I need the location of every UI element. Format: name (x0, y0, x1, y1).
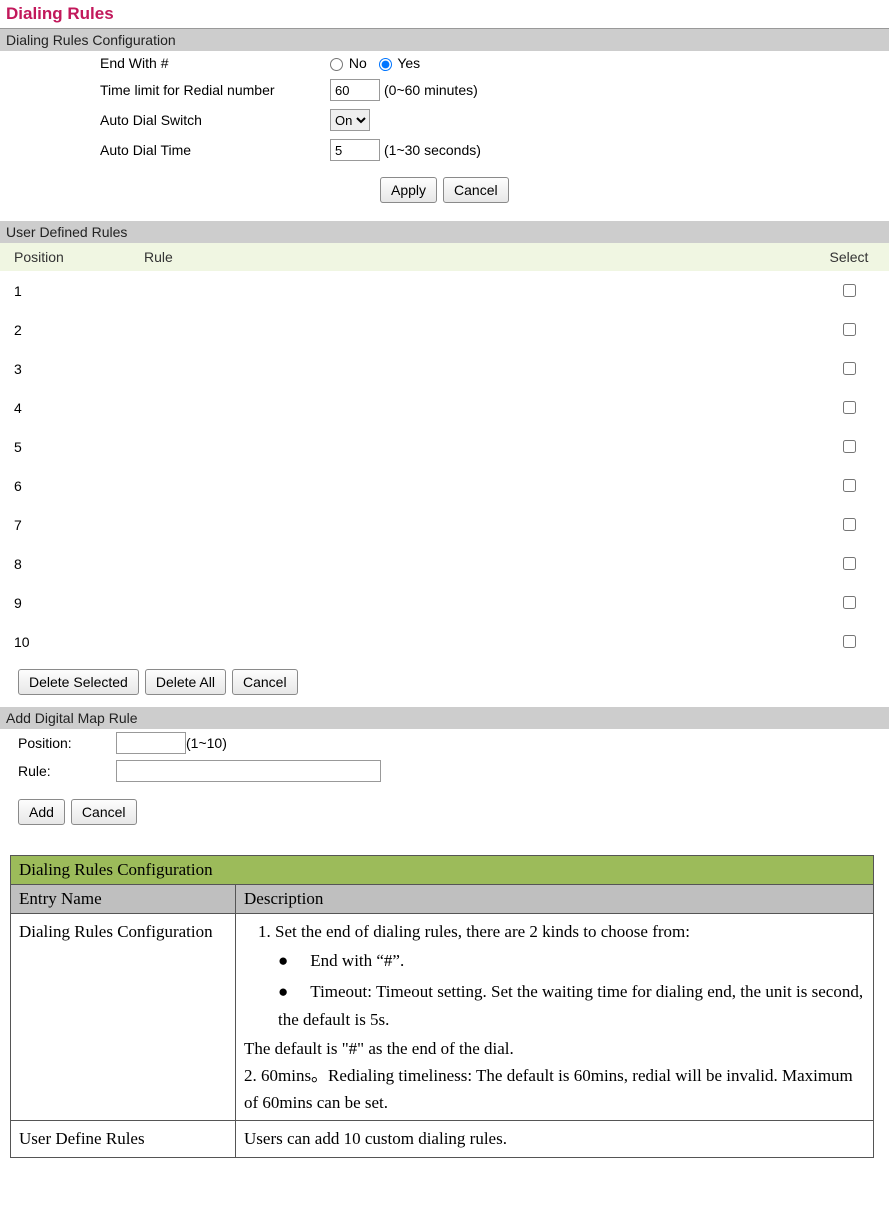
help-col-entry: Entry Name (11, 885, 236, 914)
udr-cell-position: 8 (14, 556, 144, 572)
help-table: Dialing Rules Configuration Entry Name D… (10, 855, 874, 1158)
hint-time-limit: (0~60 minutes) (384, 82, 478, 98)
help-title: Dialing Rules Configuration (11, 856, 874, 885)
table-row: 7 (0, 505, 889, 544)
udr-select-checkbox[interactable] (843, 557, 856, 570)
delete-selected-button[interactable]: Delete Selected (18, 669, 139, 695)
udr-cell-position: 3 (14, 361, 144, 377)
delete-all-button[interactable]: Delete All (145, 669, 226, 695)
udr-cancel-button[interactable]: Cancel (232, 669, 298, 695)
udr-table-header: Position Rule Select (0, 243, 889, 271)
udr-header-position: Position (14, 249, 144, 265)
help-r1-line3: 2. 60mins。Redialing timeliness: The defa… (244, 1062, 865, 1116)
apply-button[interactable]: Apply (380, 177, 437, 203)
radio-yes-label: Yes (397, 55, 420, 71)
udr-select-checkbox[interactable] (843, 635, 856, 648)
help-r1-line1: 1. Set the end of dialing rules, there a… (244, 918, 865, 945)
udr-select-checkbox[interactable] (843, 284, 856, 297)
udr-cell-position: 5 (14, 439, 144, 455)
cancel-button[interactable]: Cancel (443, 177, 509, 203)
row-add-rule: Rule: (0, 757, 889, 785)
row-time-limit: Time limit for Redial number (0~60 minut… (0, 75, 889, 105)
input-add-rule[interactable] (116, 760, 381, 782)
radio-no-label: No (349, 55, 367, 71)
label-end-with: End With # (100, 55, 330, 71)
section-udr-header: User Defined Rules (0, 221, 889, 243)
udr-cell-position: 1 (14, 283, 144, 299)
help-r1-b1: End with “#”. (278, 945, 865, 976)
add-cancel-button[interactable]: Cancel (71, 799, 137, 825)
radio-yes[interactable] (379, 58, 392, 71)
udr-header-rule: Rule (144, 249, 819, 265)
input-time-limit[interactable] (330, 79, 380, 101)
help-col-desc: Description (236, 885, 874, 914)
section-config-header: Dialing Rules Configuration (0, 29, 889, 51)
udr-select-checkbox[interactable] (843, 518, 856, 531)
help-r1-b2: Timeout: Timeout setting. Set the waitin… (278, 976, 865, 1034)
row-auto-dial-switch: Auto Dial Switch On (0, 105, 889, 135)
hint-add-position: (1~10) (186, 735, 227, 751)
udr-cell-position: 2 (14, 322, 144, 338)
table-row: 6 (0, 466, 889, 505)
add-button[interactable]: Add (18, 799, 65, 825)
row-end-with: End With # No Yes (0, 51, 889, 75)
table-row: 4 (0, 388, 889, 427)
udr-select-checkbox[interactable] (843, 440, 856, 453)
input-add-position[interactable] (116, 732, 186, 754)
page-title: Dialing Rules (0, 0, 889, 29)
help-row1-entry: Dialing Rules Configuration (11, 914, 236, 1121)
table-row: 3 (0, 349, 889, 388)
udr-cell-position: 6 (14, 478, 144, 494)
udr-cell-position: 7 (14, 517, 144, 533)
hint-auto-dial-time: (1~30 seconds) (384, 142, 481, 158)
radio-yes-wrap[interactable]: Yes (379, 55, 420, 71)
input-auto-dial-time[interactable] (330, 139, 380, 161)
udr-cell-position: 10 (14, 634, 144, 650)
table-row: 1 (0, 271, 889, 310)
select-auto-dial-switch[interactable]: On (330, 109, 370, 131)
radio-no-wrap[interactable]: No (330, 55, 367, 71)
udr-select-checkbox[interactable] (843, 479, 856, 492)
help-row1-desc: 1. Set the end of dialing rules, there a… (236, 914, 874, 1121)
udr-cell-position: 4 (14, 400, 144, 416)
label-auto-dial-switch: Auto Dial Switch (100, 112, 330, 128)
label-add-position: Position: (18, 735, 116, 751)
udr-select-checkbox[interactable] (843, 323, 856, 336)
row-auto-dial-time: Auto Dial Time (1~30 seconds) (0, 135, 889, 165)
label-add-rule: Rule: (18, 763, 116, 779)
label-auto-dial-time: Auto Dial Time (100, 142, 330, 158)
help-row2-desc: Users can add 10 custom dialing rules. (236, 1121, 874, 1157)
udr-header-select: Select (819, 249, 879, 265)
udr-select-checkbox[interactable] (843, 401, 856, 414)
help-row2-entry: User Define Rules (11, 1121, 236, 1157)
table-row: 5 (0, 427, 889, 466)
section-add-rule-header: Add Digital Map Rule (0, 707, 889, 729)
table-row: 10 (0, 622, 889, 661)
table-row: 2 (0, 310, 889, 349)
help-r1-line2: The default is "#" as the end of the dia… (244, 1035, 865, 1062)
udr-select-checkbox[interactable] (843, 362, 856, 375)
radio-no[interactable] (330, 58, 343, 71)
row-add-position: Position: (1~10) (0, 729, 889, 757)
udr-cell-position: 9 (14, 595, 144, 611)
udr-select-checkbox[interactable] (843, 596, 856, 609)
table-row: 8 (0, 544, 889, 583)
label-time-limit: Time limit for Redial number (100, 82, 330, 98)
table-row: 9 (0, 583, 889, 622)
